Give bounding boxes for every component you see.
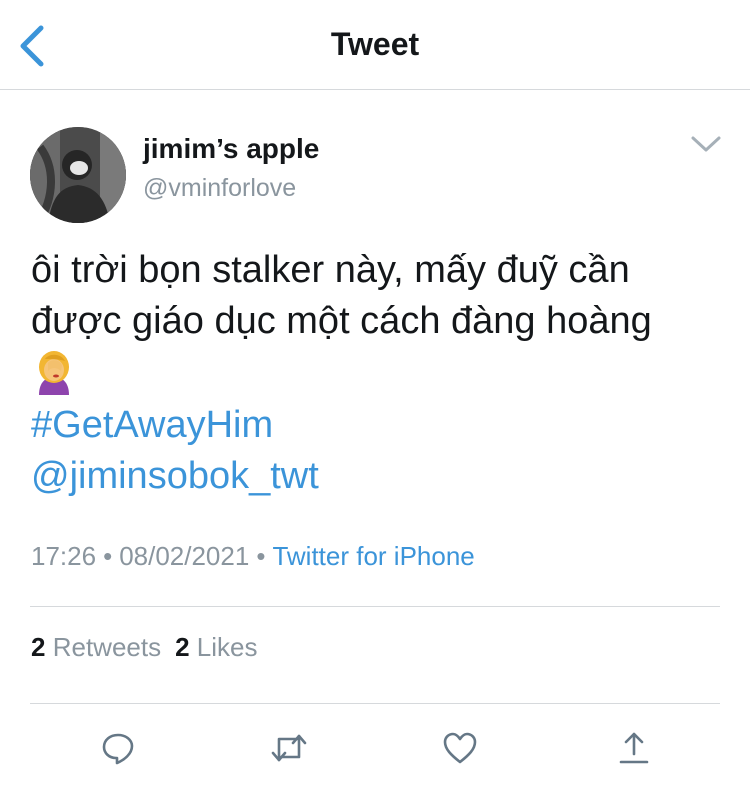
retweets-count: 2 bbox=[31, 632, 46, 662]
divider bbox=[30, 703, 720, 704]
meta-separator: • bbox=[103, 541, 113, 571]
divider bbox=[30, 606, 720, 607]
like-button[interactable] bbox=[440, 728, 480, 768]
mention-link[interactable]: @jiminsobok_twt bbox=[31, 451, 731, 502]
retweet-icon bbox=[271, 734, 307, 762]
retweet-button[interactable] bbox=[269, 728, 309, 768]
likes-label: Likes bbox=[196, 632, 258, 662]
reply-button[interactable] bbox=[98, 728, 138, 768]
page-title: Tweet bbox=[330, 26, 420, 62]
tweet-source-link[interactable]: Twitter for iPhone bbox=[272, 541, 474, 571]
likes-count: 2 bbox=[175, 632, 190, 662]
heart-icon bbox=[443, 732, 477, 764]
share-icon bbox=[619, 732, 649, 764]
tweet-stats: 2 Retweets 2 Likes bbox=[31, 632, 272, 663]
tweet-text-line-2: được giáo dục một cách đàng hoàng bbox=[31, 300, 652, 342]
meta-separator: • bbox=[256, 541, 266, 571]
tweet-text-line-1: ôi trời bọn stalker này, mấy đuỹ cần bbox=[31, 249, 630, 291]
likes-stat[interactable]: 2 Likes bbox=[175, 632, 257, 662]
reply-icon bbox=[102, 733, 134, 765]
tweet-emoji bbox=[31, 347, 731, 400]
facepalm-woman-emoji-icon bbox=[39, 351, 69, 395]
author-handle[interactable]: @vminforlove bbox=[143, 174, 296, 203]
chevron-down-icon bbox=[691, 136, 721, 152]
author-name[interactable]: jimim’s apple bbox=[143, 133, 319, 165]
avatar[interactable] bbox=[30, 127, 126, 223]
tweet-text: ôi trời bọn stalker này, mấy đuỹ cần đượ… bbox=[31, 245, 731, 502]
retweets-label: Retweets bbox=[52, 632, 162, 662]
user-avatar-icon bbox=[30, 127, 126, 223]
more-options-button[interactable] bbox=[686, 128, 726, 160]
header-bar: Tweet bbox=[0, 0, 750, 90]
hashtag-link[interactable]: #GetAwayHim bbox=[31, 400, 731, 451]
retweets-stat[interactable]: 2 Retweets bbox=[31, 632, 161, 662]
tweet-time: 17:26 bbox=[31, 541, 97, 571]
tweet-date: 08/02/2021 bbox=[119, 541, 250, 571]
share-button[interactable] bbox=[614, 728, 654, 768]
tweet-meta: 17:26 • 08/02/2021 • Twitter for iPhone bbox=[31, 541, 475, 572]
